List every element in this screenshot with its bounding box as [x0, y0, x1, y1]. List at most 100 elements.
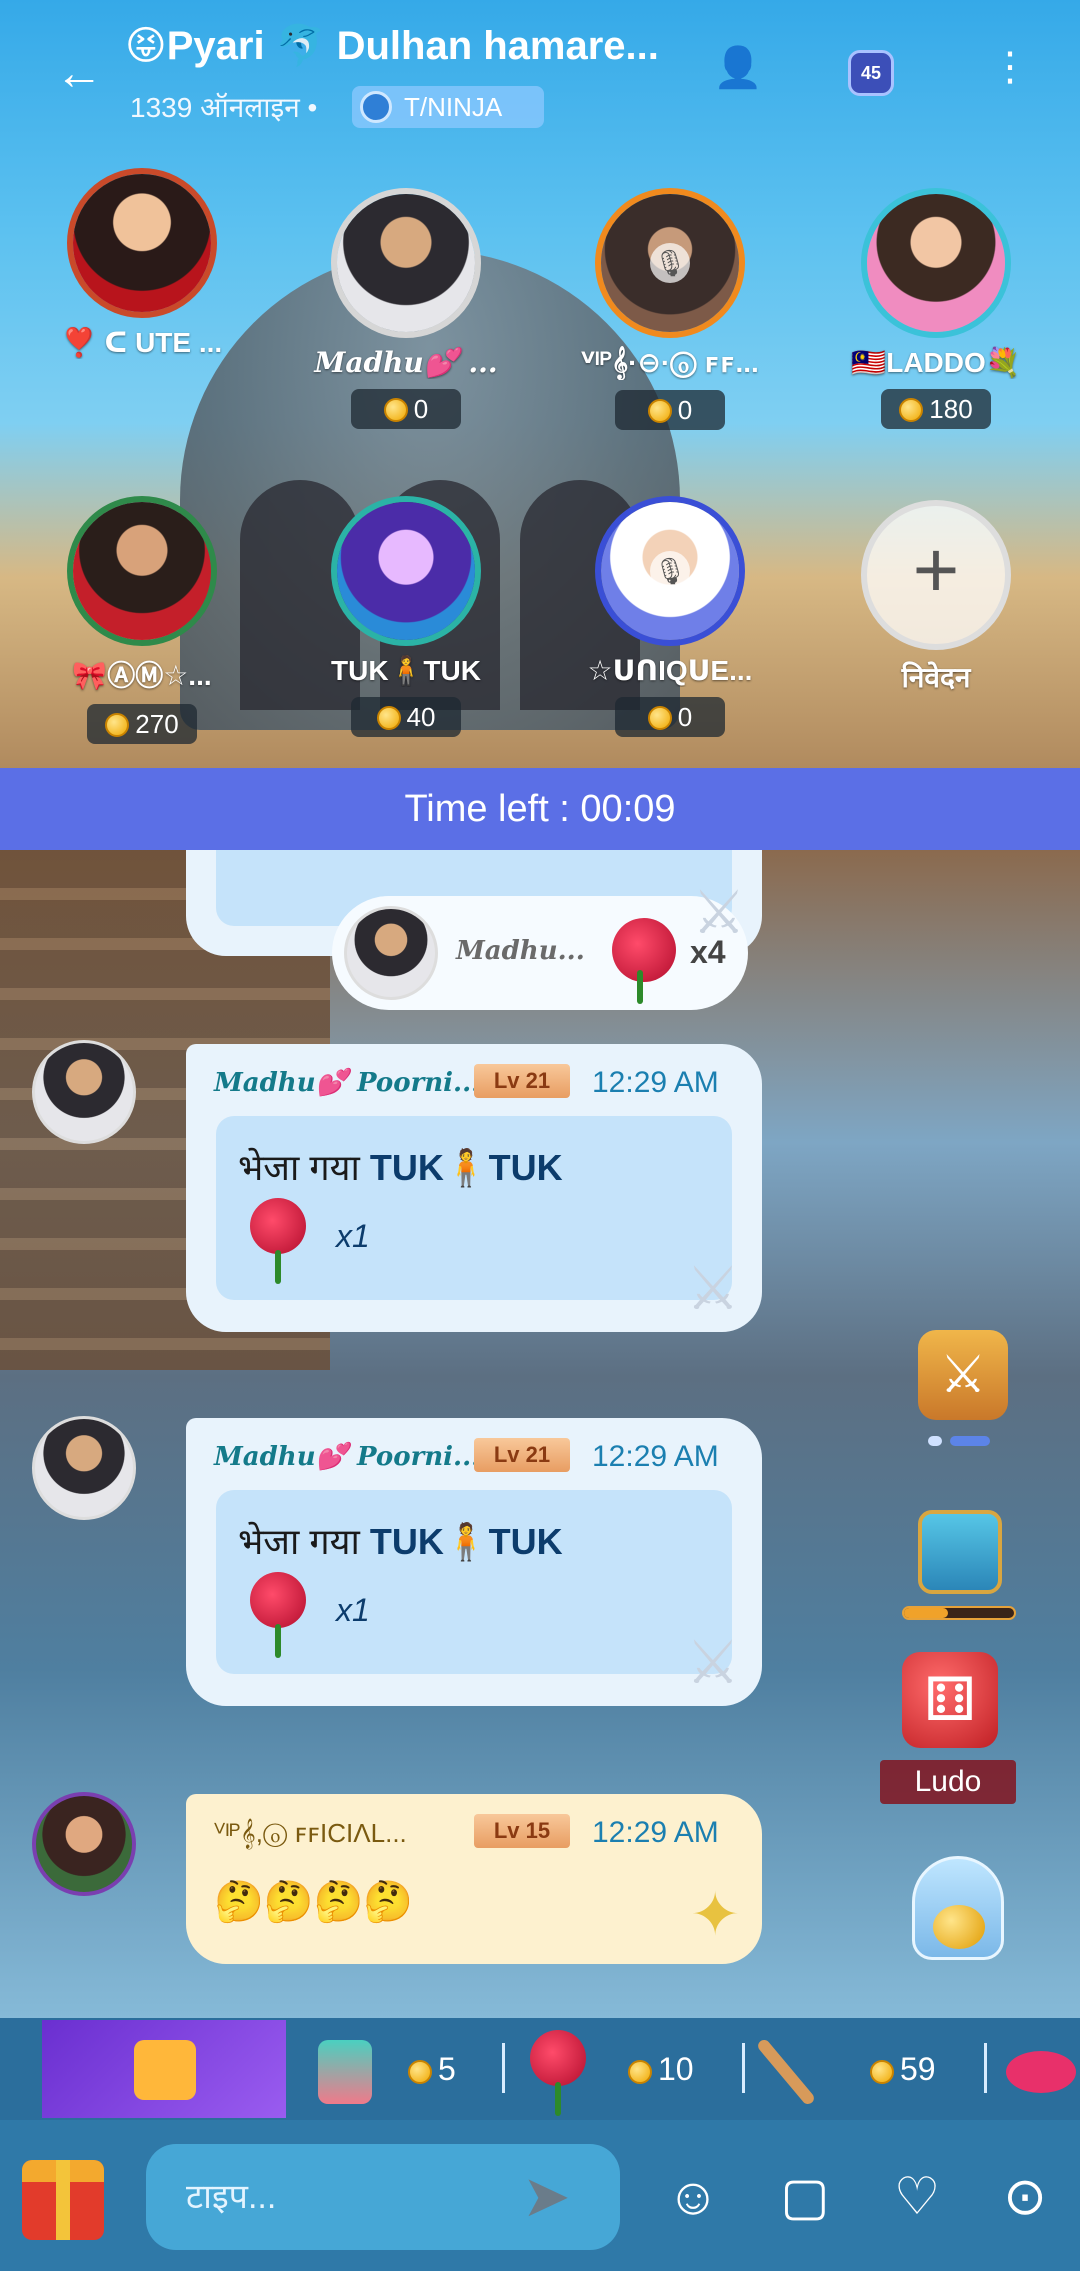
seat-score: 270 — [87, 704, 197, 744]
battle-event-icon[interactable]: ⚔ — [918, 1330, 1008, 1420]
rose-icon — [250, 1198, 306, 1284]
gift-button[interactable] — [22, 2160, 104, 2240]
seat-name: 🎀ⒶⓂ☆... — [72, 660, 212, 691]
gift-message: भेजा गया TUK🧍TUK — [238, 1521, 563, 1562]
add-user-icon[interactable]: 👤 — [708, 44, 768, 91]
more-options-icon[interactable]: ⊙ — [990, 2162, 1060, 2232]
request-seat[interactable]: + निवेदन — [836, 500, 1036, 696]
sender-avatar[interactable] — [32, 1040, 136, 1144]
quick-gift-rolling-pin[interactable] — [755, 2018, 840, 2120]
request-seat-label: निवेदन — [901, 662, 971, 693]
dice-icon[interactable]: ⚅ — [902, 1652, 998, 1748]
chest-progress-bar — [902, 1606, 1016, 1620]
lips-icon — [1006, 2050, 1076, 2093]
quick-gift-lips[interactable] — [1006, 2018, 1080, 2120]
coin-icon — [647, 706, 672, 730]
seat-name: Madhu💕 ... — [314, 346, 498, 379]
sender-name[interactable]: Madhu💕 Poorni... — [214, 1442, 480, 1472]
seat-name: ⱽᴵᴾ𝄞·⊖·ⓞ ꜰꜰ... — [581, 347, 759, 378]
avatar — [331, 496, 481, 646]
send-icon[interactable]: ➤ — [522, 2162, 571, 2230]
chat-bubble: ⱽᴵᴾ𝄞,ⓞ ꜰꜰICIΛL... Lv 15 12:29 AM 🤔🤔🤔🤔 — [186, 1794, 762, 1964]
plus-icon[interactable]: + — [861, 500, 1011, 650]
rose-icon — [612, 918, 676, 1004]
coin-jar-icon[interactable] — [912, 1856, 1004, 1960]
quick-gift-hi-price[interactable]: 5 — [408, 2018, 456, 2120]
seat-7[interactable]: 🎙 ☆ᑌᑎIQᑌE... 0 — [570, 496, 770, 737]
gift-box-icon — [134, 2040, 196, 2100]
rose-icon — [530, 2029, 586, 2116]
treasure-chest-icon[interactable] — [918, 1510, 1002, 1594]
seat-2[interactable]: Madhu💕 ... 0 — [306, 188, 506, 429]
coin-icon — [899, 398, 924, 422]
gift-count: x1 — [336, 1592, 370, 1628]
room-title[interactable]: 😝Pyari 🐬 Dulhan hamare... — [125, 22, 665, 69]
seat-name: ❣️ ᑕ UTE ... — [61, 327, 223, 358]
mic-muted-icon: 🎙 — [650, 551, 690, 591]
emoji-icon[interactable]: ☺ — [658, 2162, 728, 2232]
chat-bubble: Madhu💕 Poorni... Lv 21 12:29 AM भेजा गया… — [186, 1044, 762, 1332]
room-header: ← 😝Pyari 🐬 Dulhan hamare... 1339 ऑनलाइन … — [0, 0, 1080, 140]
avatar — [861, 188, 1011, 338]
back-button[interactable]: ← — [55, 48, 115, 100]
swords-icon: ⚔ — [692, 879, 746, 946]
seat-3[interactable]: 🎙 ⱽᴵᴾ𝄞·⊖·ⓞ ꜰꜰ... 0 — [570, 188, 770, 430]
seat-name: TUK🧍TUK — [331, 655, 481, 686]
sender-name[interactable]: ⱽᴵᴾ𝄞,ⓞ ꜰꜰICIΛL... — [214, 1818, 407, 1850]
room-level-badge[interactable]: 45 — [848, 50, 894, 96]
online-count: 1339 ऑनलाइन • — [130, 92, 318, 123]
gift-notification-pill[interactable]: Madhu... x4 — [332, 896, 748, 1010]
seat-5[interactable]: 🎀ⒶⓂ☆... 270 — [42, 496, 242, 744]
more-menu-icon[interactable]: ⋮ — [990, 44, 1030, 90]
room-tag-label: T/NINJA — [404, 92, 503, 122]
quick-gift-rolling-pin-price[interactable]: 59 — [870, 2018, 936, 2120]
mic-muted-icon: 🎙 — [650, 243, 690, 283]
coin-icon — [105, 713, 130, 737]
divider — [502, 2043, 505, 2093]
coin-icon — [376, 706, 401, 730]
coin-icon — [383, 398, 408, 422]
seat-score: 0 — [615, 697, 725, 737]
level-badge: Lv 21 — [474, 1438, 570, 1472]
carousel-dot-active — [950, 1436, 990, 1446]
avatar: 🎙 — [595, 496, 745, 646]
ninja-badge-icon — [360, 91, 392, 123]
carousel-dot — [928, 1436, 942, 1446]
seat-score: 180 — [881, 389, 991, 429]
seat-score: 0 — [351, 389, 461, 429]
swords-icon: ⚔ — [686, 1255, 740, 1322]
ornament-icon: ✦ — [690, 1881, 741, 1948]
quick-gift-rose-price[interactable]: 10 — [628, 2018, 694, 2120]
message-time: 12:29 AM — [592, 1066, 719, 1099]
quick-gift-hi[interactable] — [318, 2018, 378, 2120]
seat-4[interactable]: 🇲🇾LADDO💐 180 — [836, 188, 1036, 429]
divider — [742, 2043, 745, 2093]
room-tag[interactable]: T/NINJA — [352, 86, 544, 128]
sender-avatar[interactable] — [32, 1792, 136, 1896]
sender-name[interactable]: Madhu💕 Poorni... — [214, 1068, 480, 1098]
rose-icon — [250, 1572, 306, 1658]
message-time: 12:29 AM — [592, 1816, 719, 1849]
level-badge: Lv 21 — [474, 1064, 570, 1098]
sticker-icon[interactable]: ▢ — [770, 2162, 840, 2232]
avatar — [331, 188, 481, 338]
hi-gift-icon — [318, 2039, 372, 2104]
coin-icon — [408, 2060, 432, 2084]
seat-score: 40 — [351, 697, 461, 737]
gift-count: x1 — [336, 1218, 370, 1254]
seat-score: 0 — [615, 390, 725, 430]
seat-name: 🇲🇾LADDO💐 — [851, 347, 1021, 378]
avatar — [344, 906, 438, 1000]
sender-avatar[interactable] — [32, 1416, 136, 1520]
coin-icon — [647, 399, 672, 423]
seat-6[interactable]: TUK🧍TUK 40 — [306, 496, 506, 737]
ludo-label[interactable]: Ludo — [880, 1760, 1016, 1804]
seat-name: ☆ᑌᑎIQᑌE... — [587, 655, 753, 686]
heart-effects-icon[interactable]: ♡ — [882, 2162, 952, 2232]
message-text: 🤔🤔🤔🤔 — [214, 1880, 414, 1924]
gift-promo-banner[interactable] — [42, 2020, 286, 2118]
quick-gift-rose[interactable] — [530, 2018, 600, 2120]
seat-1[interactable]: ❣️ ᑕ UTE ... — [42, 168, 242, 359]
level-badge: Lv 15 — [474, 1814, 570, 1848]
avatar — [67, 168, 217, 318]
